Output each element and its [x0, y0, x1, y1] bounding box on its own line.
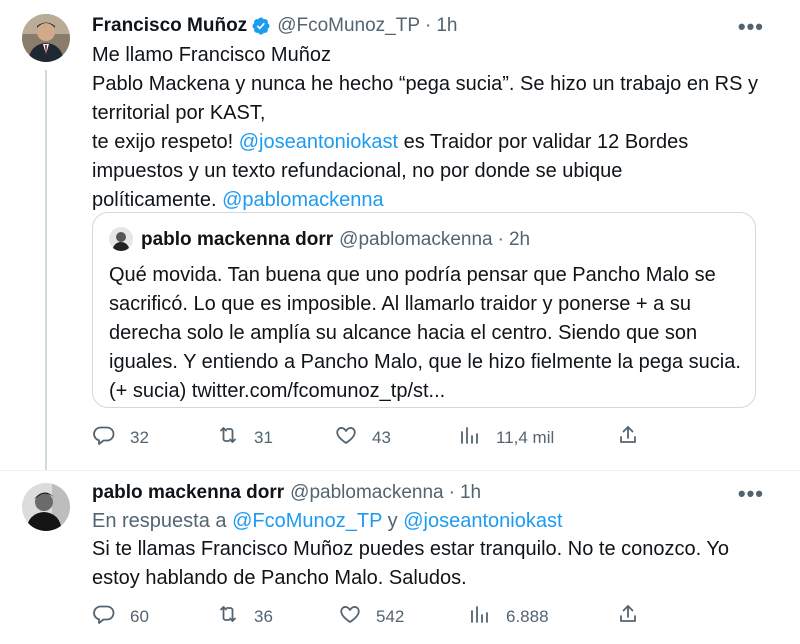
tweet-line: impuestos y un texto refundacional, no p… — [92, 157, 772, 186]
quoted-line: derecha solo le amplía su alcance hacia … — [109, 322, 698, 344]
views-count: 11,4 mil — [496, 427, 555, 447]
tweet-time[interactable]: 1h — [460, 482, 481, 504]
reply-count: 32 — [130, 427, 149, 447]
reply-button[interactable]: 32 — [92, 423, 149, 452]
quoted-line: iguales. Y entiendo a Pancho Malo, que l… — [109, 351, 741, 373]
reply-icon — [92, 423, 116, 452]
author-handle[interactable]: @FcoMunoz_TP — [277, 15, 420, 37]
reply-icon — [92, 602, 116, 631]
reply-count: 60 — [130, 606, 149, 626]
tweet-line: Si te llamas Francisco Muñoz puedes esta… — [92, 538, 730, 560]
like-count: 542 — [376, 606, 405, 626]
tweet-line: Me llamo Francisco Muñoz — [92, 41, 772, 70]
quoted-author-handle: @pablomackenna — [339, 229, 493, 250]
reply-button[interactable]: 60 — [92, 602, 149, 631]
reply-and: y — [382, 510, 404, 532]
quoted-tweet[interactable]: pablo mackenna dorr @pablomackenna · 2h … — [92, 212, 756, 408]
tweet-actions: 60 36 542 6.888 — [92, 602, 652, 632]
author-handle[interactable]: @pablomackenna — [290, 482, 443, 504]
text-segment: te exijo respeto! — [92, 131, 239, 153]
text-segment: políticamente. — [92, 189, 223, 211]
text-segment: impuestos y un texto refundacional, no p… — [92, 160, 623, 182]
tweet-actions: 32 31 43 11,4 mil — [92, 423, 652, 453]
author-name[interactable]: pablo mackenna dorr — [92, 482, 284, 504]
tweet-pablo-reply[interactable]: pablo mackenna dorr @pablomackenna · 1h … — [0, 471, 800, 644]
quoted-line: (+ sucia) twitter.com/fcomunoz_tp/st... — [109, 380, 446, 402]
avatar-pablo[interactable] — [22, 483, 70, 531]
tweet-line: te exijo respeto! @joseantoniokast es Tr… — [92, 128, 772, 157]
quoted-tweet-header: pablo mackenna dorr @pablomackenna · 2h — [141, 229, 530, 251]
quoted-tweet-text: Qué movida. Tan buena que uno podría pen… — [109, 261, 749, 406]
avatar-francisco[interactable] — [22, 14, 70, 62]
tweet-header: pablo mackenna dorr @pablomackenna · 1h — [92, 482, 481, 504]
views-button[interactable]: 11,4 mil — [458, 423, 554, 452]
views-icon — [458, 423, 482, 452]
reply-context: En respuesta a @FcoMunoz_TP y @joseanton… — [92, 510, 563, 533]
text-segment: es Traidor por validar 12 Bordes — [398, 131, 689, 153]
retweet-count: 31 — [254, 427, 273, 447]
quoted-line: sacrificó. Lo que es imposible. Al llama… — [109, 293, 691, 315]
avatar-pablo-small — [109, 227, 133, 251]
text-segment: territorial por KAST, — [92, 102, 266, 124]
mention-link[interactable]: @joseantoniokast — [239, 131, 398, 153]
views-button[interactable]: 6.888 — [468, 602, 549, 631]
retweet-count: 36 — [254, 606, 273, 626]
tweet-text: Si te llamas Francisco Muñoz puedes esta… — [92, 535, 772, 593]
separator-dot: · — [425, 15, 432, 36]
tweet-line: políticamente. @pablomackenna — [92, 186, 772, 215]
like-button[interactable]: 542 — [338, 602, 404, 631]
share-button[interactable] — [616, 602, 640, 631]
quoted-tweet-time: 2h — [508, 229, 531, 250]
more-icon[interactable]: ••• — [738, 481, 764, 507]
like-icon — [338, 602, 362, 631]
share-icon — [616, 602, 640, 631]
mention-link[interactable]: @pablomackenna — [222, 189, 384, 211]
verified-badge-icon — [251, 16, 271, 36]
tweet-header: Francisco Muñoz @FcoMunoz_TP · 1h — [92, 15, 458, 37]
tweet-line: territorial por KAST, — [92, 99, 772, 128]
share-icon — [616, 423, 640, 452]
tweet-time[interactable]: 1h — [436, 15, 457, 37]
thread-line — [45, 70, 47, 470]
author-name[interactable]: Francisco Muñoz — [92, 15, 247, 37]
separator-dot: · — [448, 482, 455, 503]
views-icon — [468, 602, 492, 631]
text-segment: Me llamo Francisco Muñoz — [92, 44, 331, 66]
views-count: 6.888 — [506, 606, 549, 626]
like-button[interactable]: 43 — [334, 423, 391, 452]
separator-dot: · — [497, 229, 504, 250]
reply-mention-kast[interactable]: @joseantoniokast — [403, 510, 562, 532]
text-segment: Pablo Mackena y nunca he hecho “pega suc… — [92, 73, 758, 95]
reply-mention-francisco[interactable]: @FcoMunoz_TP — [232, 510, 382, 532]
retweet-icon — [216, 602, 240, 631]
retweet-icon — [216, 423, 240, 452]
like-icon — [334, 423, 358, 452]
tweet-line: Pablo Mackena y nunca he hecho “pega suc… — [92, 70, 772, 99]
reply-prefix: En respuesta a — [92, 510, 233, 532]
share-button[interactable] — [616, 423, 640, 452]
quoted-author-name: pablo mackenna dorr — [141, 229, 334, 250]
more-icon[interactable]: ••• — [738, 14, 764, 40]
tweet-francisco[interactable]: Francisco Muñoz @FcoMunoz_TP · 1h ••• Me… — [0, 0, 800, 470]
retweet-button[interactable]: 36 — [216, 602, 273, 631]
tweet-text: Me llamo Francisco Muñoz Pablo Mackena y … — [92, 41, 772, 215]
like-count: 43 — [372, 427, 391, 447]
quoted-line: Qué movida. Tan buena que uno podría pen… — [109, 264, 716, 286]
tweet-line: estoy hablando de Pancho Malo. Saludos. — [92, 567, 467, 589]
retweet-button[interactable]: 31 — [216, 423, 273, 452]
